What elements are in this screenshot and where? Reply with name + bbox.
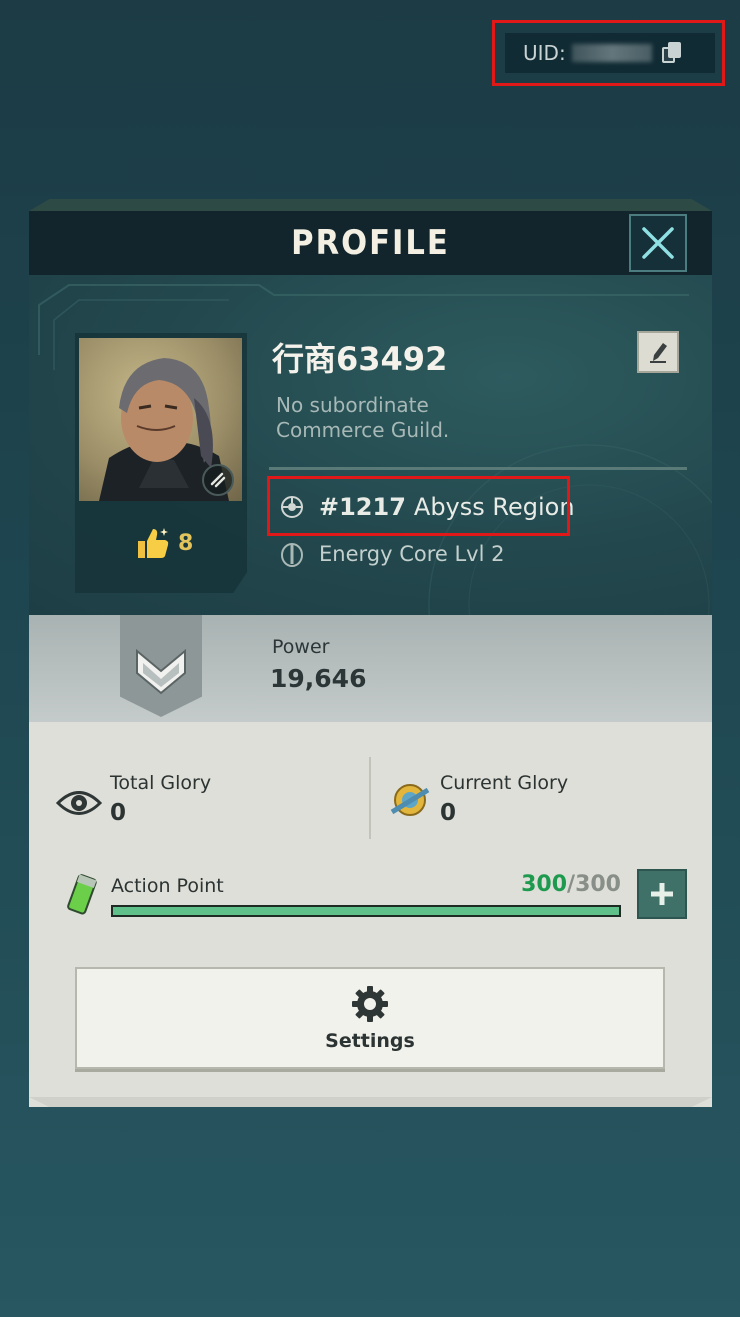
stats-area: Total Glory 0 Current Glory 0 Action Poi… [29,722,712,1107]
panel-bottom-rim [29,1097,712,1107]
panel-top-rim [29,199,712,211]
current-glory-value: 0 [440,800,457,826]
guild-status: No subordinate [276,393,429,417]
action-point-fill [113,907,619,915]
pencil-icon [650,343,667,363]
eye-icon [56,791,102,815]
rank-chevron-icon [136,648,186,695]
rank-badge[interactable] [120,615,202,717]
energy-vial-icon [67,874,97,915]
total-glory: Total Glory 0 [56,772,211,826]
close-icon [642,227,674,259]
panel-header: PROFILE [29,211,712,275]
profile-info-area: 8 行商63492 No subordinate Commerce Guild.… [29,275,712,615]
total-glory-value: 0 [110,800,127,826]
action-point-label: Action Point [111,875,224,897]
power-label: Power [272,636,330,658]
glory-divider [369,757,371,839]
likes-count: 8 [178,530,194,556]
close-button[interactable] [629,214,687,272]
uid-highlight-box [492,20,725,86]
player-name: 行商63492 [272,340,448,378]
gear-icon [352,986,388,1022]
add-action-point-button[interactable] [637,869,687,919]
action-point-separator: / [567,872,576,897]
action-point-current: 300 [521,872,568,897]
action-point-bar [111,905,621,917]
energy-core-row: Energy Core Lvl 2 [279,540,504,568]
settings-label: Settings [325,1030,415,1052]
current-glory-label: Current Glory [440,772,569,794]
action-point-max: 300 [575,872,621,897]
region-highlight-box [267,476,570,536]
likes-counter[interactable]: 8 [134,525,193,561]
power-value: 19,646 [270,664,367,693]
glory-coin-icon [390,784,430,816]
settings-button[interactable]: Settings [75,967,665,1069]
energy-core-icon [281,543,303,567]
thumbs-up-icon [138,528,169,558]
page-title: PROFILE [291,223,450,263]
info-divider [269,467,687,470]
profile-panel: PROFILE 8 行商63492 No subordinate Commerc… [29,199,712,1107]
guild-name[interactable]: Commerce Guild. [276,418,449,442]
current-glory: Current Glory 0 [388,772,568,826]
avatar-change-badge[interactable] [202,464,234,496]
total-glory-label: Total Glory [110,772,212,794]
energy-core-level: Energy Core Lvl 2 [319,542,505,566]
action-point-value: 300/300 [521,872,621,897]
edit-name-button[interactable] [637,331,679,373]
plus-icon [651,883,673,905]
swap-icon [210,472,226,488]
